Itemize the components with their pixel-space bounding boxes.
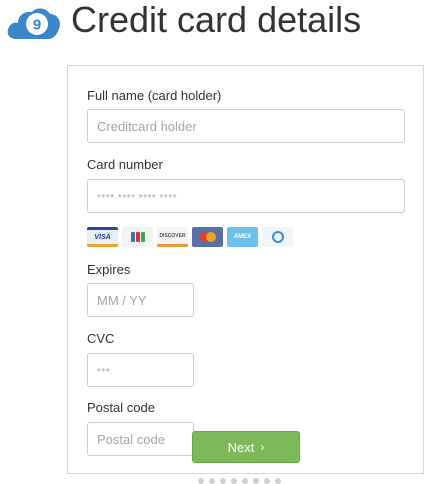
card-number-input[interactable] [87,179,405,213]
page-title: Credit card details [71,0,362,40]
step-dot [275,478,281,484]
chevron-right-icon: › [260,440,265,454]
step-dot [198,478,204,484]
next-button-label: Next [227,439,255,455]
mastercard-icon [192,227,223,247]
credit-card-form: Full name (card holder) Card number VISA… [67,65,424,474]
postal-code-label: Postal code [87,400,155,415]
card-number-label: Card number [87,157,163,172]
amex-text: AMEX [233,234,252,240]
visa-text: VISA [94,233,111,241]
jcb-icon [122,227,153,247]
step-dot [209,478,215,484]
expires-input[interactable] [87,283,194,317]
cvc-input[interactable] [87,353,194,387]
card-holder-input[interactable] [87,109,405,143]
diners-club-icon [262,227,293,247]
discover-icon: DISCOVER [157,227,188,247]
full-name-label: Full name (card holder) [87,88,222,103]
postal-code-input[interactable] [87,422,194,456]
step-dot [220,478,226,484]
cloud-step-icon: 9 [7,8,60,39]
step-number: 9 [33,17,41,34]
step-dot [242,478,248,484]
step-dot [264,478,270,484]
visa-icon: VISA [87,227,118,247]
expires-label: Expires [87,262,131,277]
discover-text: DISCOVER [159,232,186,239]
step-dot [253,478,259,484]
next-button[interactable]: Next › [192,431,300,463]
step-dot [231,478,237,484]
cvc-label: CVC [87,331,115,346]
page-header: 9 Credit card details [6,0,443,44]
amex-icon: AMEX [227,227,258,247]
